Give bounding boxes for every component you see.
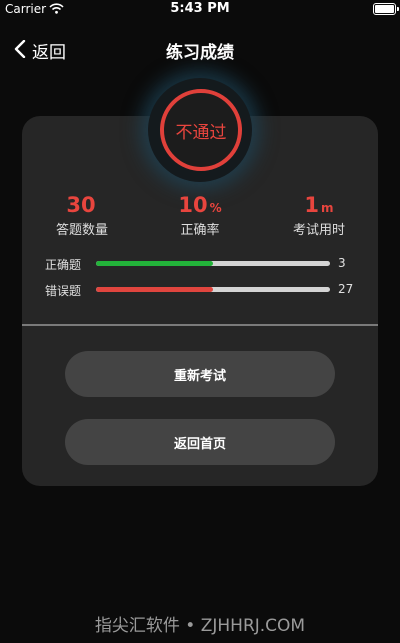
- stat-label: 正确率: [180, 223, 220, 238]
- watermark: 指尖汇软件 • ZJHHRJ.COM: [94, 616, 306, 636]
- correct-bar-row: 正确题 3: [45, 256, 365, 272]
- status-time: 5:43 PM: [170, 1, 230, 16]
- result-badge-text: 不通过: [175, 122, 227, 143]
- stat-value: 10: [178, 193, 208, 217]
- correct-bar-track: [96, 261, 330, 266]
- wrong-bar-fill: [96, 287, 213, 292]
- wrong-bar-label: 错误题: [45, 284, 82, 298]
- stat-accuracy: 10% 正确率: [145, 193, 255, 238]
- stat-value: 1: [304, 193, 320, 217]
- battery-icon: [373, 3, 399, 15]
- wrong-bar-track: [96, 287, 330, 292]
- status-bar: Carrier 5:43 PM: [0, 0, 400, 18]
- stat-label: 答题数量: [55, 223, 108, 238]
- stat-value: 30: [66, 193, 96, 217]
- stat-exam-time: 1m 考试用时: [264, 193, 374, 238]
- page-title: 练习成绩: [166, 43, 234, 63]
- result-badge: 不通过: [160, 89, 242, 171]
- stat-label: 考试用时: [292, 223, 345, 238]
- return-home-button[interactable]: 返回首页: [65, 419, 335, 465]
- nav-bar: 返回 练习成绩: [0, 34, 400, 64]
- wrong-count: 27: [338, 282, 354, 296]
- stat-unit: m: [321, 201, 334, 215]
- divider: [22, 324, 378, 326]
- stat-unit: %: [209, 201, 222, 215]
- correct-count: 3: [338, 256, 346, 270]
- correct-bar-label: 正确题: [45, 258, 82, 272]
- retry-exam-button[interactable]: 重新考试: [65, 351, 335, 397]
- wrong-bar-row: 错误题 27: [45, 282, 365, 298]
- correct-bar-fill: [96, 261, 213, 266]
- stat-question-count: 30 答题数量: [27, 193, 137, 238]
